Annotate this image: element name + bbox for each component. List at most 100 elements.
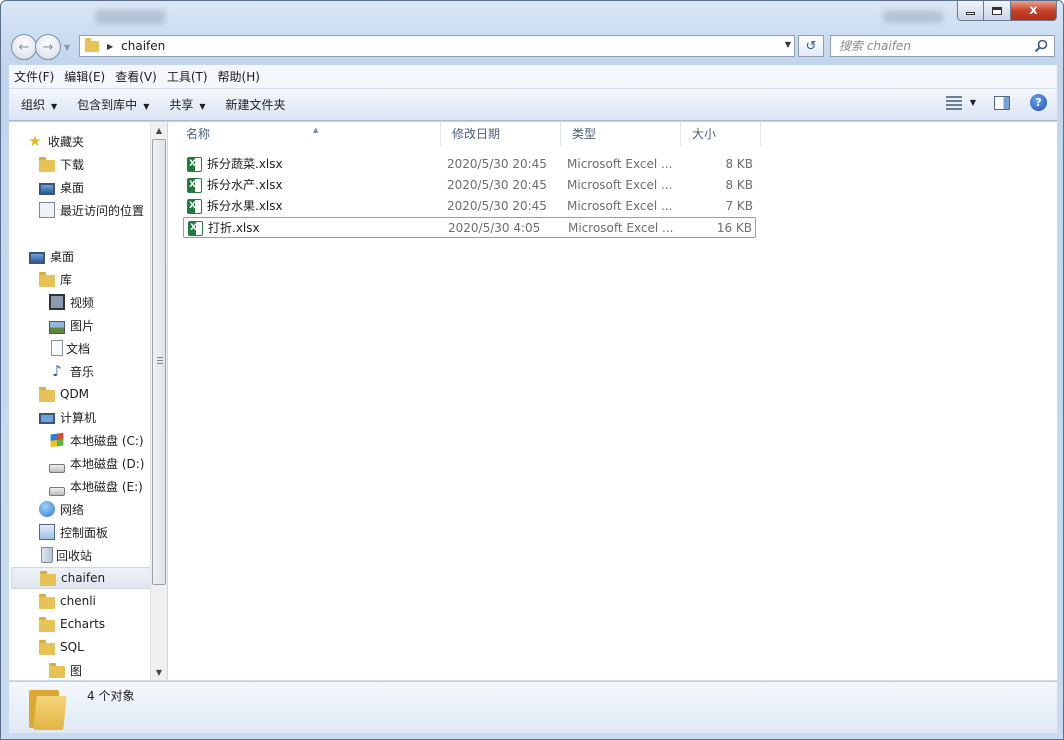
breadcrumb-chaifen[interactable]: chaifen	[121, 39, 165, 53]
organize-button[interactable]: 组织 ▼	[13, 93, 65, 117]
recent-pages-dropdown-icon[interactable]: ▼	[64, 43, 70, 52]
sidebar-item-echarts[interactable]: Echarts	[39, 613, 150, 635]
preview-pane-icon[interactable]	[994, 95, 1010, 110]
sidebar-item-sql[interactable]: SQL	[39, 636, 150, 658]
folder-icon	[29, 690, 67, 730]
file-date: 2020/5/30 4:05	[448, 221, 541, 235]
sidebar-item-qdm[interactable]: QDM	[39, 383, 150, 405]
navigation-pane: ★ 收藏夹 下载 桌面 最近访问的位置 桌面 库 视频 图片 文档 ♪ 音乐 QDM…	[9, 122, 167, 680]
nav-scrollbar[interactable]: ▲ ▼	[150, 122, 167, 680]
file-row[interactable]: X 拆分水产.xlsx 2020/5/30 20:45 Microsoft Ex…	[183, 175, 756, 196]
sidebar-item-label: 本地磁盘 (D:)	[70, 456, 145, 471]
desktop-icon	[29, 252, 45, 264]
file-size: 16 KB	[716, 221, 752, 235]
sidebar-item-favorites[interactable]: ★ 收藏夹	[27, 130, 150, 152]
sidebar-item-documents[interactable]: 文档	[49, 337, 150, 359]
column-header-date[interactable]: 修改日期	[441, 122, 561, 146]
search-input[interactable]	[839, 36, 1029, 56]
column-header-size[interactable]: 大小	[681, 122, 761, 146]
forward-button[interactable]: →	[35, 34, 61, 60]
recycle-bin-icon	[41, 547, 53, 563]
scroll-down-icon[interactable]: ▼	[151, 664, 167, 680]
sidebar-item-control-panel[interactable]: 控制面板	[39, 521, 150, 543]
column-header-name[interactable]: 名称 ▲	[175, 122, 441, 146]
scroll-thumb[interactable]	[152, 139, 166, 585]
file-type: Microsoft Excel ...	[567, 178, 673, 192]
menu-help[interactable]: 帮助(H)	[213, 67, 265, 87]
sidebar-item-downloads[interactable]: 下载	[39, 153, 150, 175]
command-bar: 组织 ▼ 包含到库中 ▼ 共享 ▼ 新建文件夹 ▼ ?	[9, 89, 1057, 121]
column-header-type[interactable]: 类型	[561, 122, 681, 146]
file-row[interactable]: X 拆分水果.xlsx 2020/5/30 20:45 Microsoft Ex…	[183, 196, 756, 217]
sidebar-item-label: 桌面	[50, 249, 75, 264]
file-row[interactable]: X 拆分蔬菜.xlsx 2020/5/30 20:45 Microsoft Ex…	[183, 154, 756, 175]
view-options-dropdown-icon[interactable]: ▼	[970, 98, 976, 107]
help-icon[interactable]: ?	[1030, 94, 1047, 111]
file-name: 打折.xlsx	[208, 221, 260, 235]
sidebar-item-label: 文档	[66, 341, 91, 356]
sidebar-item-music[interactable]: ♪ 音乐	[49, 360, 150, 382]
menu-view[interactable]: 查看(V)	[110, 67, 162, 87]
search-icon[interactable]	[1034, 39, 1048, 53]
file-type: Microsoft Excel ...	[568, 221, 674, 235]
excel-file-icon: X	[187, 178, 202, 193]
include-in-library-label: 包含到库中	[77, 97, 138, 112]
minimize-button[interactable]	[957, 1, 984, 21]
close-button[interactable]: x	[1011, 1, 1057, 21]
address-history-dropdown-icon[interactable]: ▼	[785, 40, 791, 49]
maximize-button[interactable]	[984, 1, 1011, 21]
sidebar-item-chaifen[interactable]: chaifen	[11, 567, 150, 589]
sidebar-item-label: 库	[60, 272, 73, 287]
breadcrumb-arrow-icon[interactable]: ▶	[107, 42, 113, 51]
file-row-focused[interactable]: X 打折.xlsx 2020/5/30 4:05 Microsoft Excel…	[183, 217, 756, 238]
refresh-button[interactable]: ↺	[798, 35, 824, 57]
video-icon	[49, 294, 65, 310]
sidebar-item-label: QDM	[60, 387, 90, 401]
file-type: Microsoft Excel ...	[567, 157, 673, 171]
menu-bar: 文件(F) 编辑(E) 查看(V) 工具(T) 帮助(H)	[9, 65, 1057, 89]
grip-icon	[157, 357, 163, 365]
sidebar-item-pictures[interactable]: 图片	[49, 314, 150, 336]
sidebar-item-label: chenli	[60, 594, 96, 608]
back-button[interactable]: ←	[11, 34, 37, 60]
menu-tools[interactable]: 工具(T)	[162, 67, 213, 87]
excel-file-icon: X	[188, 221, 203, 236]
share-button[interactable]: 共享 ▼	[161, 93, 213, 117]
sidebar-item-computer[interactable]: 计算机	[39, 406, 150, 428]
sidebar-item-drive-e[interactable]: 本地磁盘 (E:)	[49, 475, 150, 497]
sidebar-item-network[interactable]: 网络	[39, 498, 150, 520]
menu-edit[interactable]: 编辑(E)	[59, 67, 110, 87]
sidebar-item-chenli[interactable]: chenli	[39, 590, 150, 612]
include-in-library-button[interactable]: 包含到库中 ▼	[69, 93, 157, 117]
search-box[interactable]	[830, 35, 1055, 57]
file-size: 8 KB	[725, 157, 753, 171]
sidebar-item-label: 收藏夹	[48, 134, 85, 149]
new-folder-button[interactable]: 新建文件夹	[218, 93, 294, 117]
change-view-icon[interactable]	[945, 95, 962, 110]
sidebar-item-label: 回收站	[56, 548, 93, 563]
address-bar[interactable]: ▶ chaifen ▼	[79, 35, 795, 57]
sidebar-item-desktop[interactable]: 桌面	[29, 245, 150, 267]
sidebar-item-recycle-bin[interactable]: 回收站	[39, 544, 150, 566]
sidebar-item-tu[interactable]: 图	[49, 659, 150, 680]
sidebar-item-libraries[interactable]: 库	[39, 268, 150, 290]
navigation-tree: ★ 收藏夹 下载 桌面 最近访问的位置 桌面 库 视频 图片 文档 ♪ 音乐 QDM…	[9, 122, 150, 680]
folder-icon	[39, 617, 55, 632]
file-date: 2020/5/30 20:45	[447, 199, 547, 213]
computer-icon	[39, 412, 55, 424]
excel-file-icon: X	[187, 199, 202, 214]
scroll-up-icon[interactable]: ▲	[151, 122, 167, 138]
sidebar-item-label: 计算机	[60, 410, 97, 425]
sidebar-item-label: 最近访问的位置	[60, 203, 145, 218]
title-bar[interactable]: x	[1, 1, 1063, 31]
menu-file[interactable]: 文件(F)	[9, 67, 59, 87]
chevron-down-icon: ▼	[199, 101, 206, 111]
sidebar-item-videos[interactable]: 视频	[49, 291, 150, 313]
sidebar-item-drive-d[interactable]: 本地磁盘 (D:)	[49, 452, 150, 474]
sidebar-item-recent-places[interactable]: 最近访问的位置	[39, 199, 150, 221]
file-name: 拆分水产.xlsx	[207, 178, 283, 192]
library-icon	[39, 272, 55, 287]
sidebar-item-desktop-fav[interactable]: 桌面	[39, 176, 150, 198]
column-name-label: 名称	[186, 127, 211, 141]
sidebar-item-drive-c[interactable]: 本地磁盘 (C:)	[49, 429, 150, 451]
